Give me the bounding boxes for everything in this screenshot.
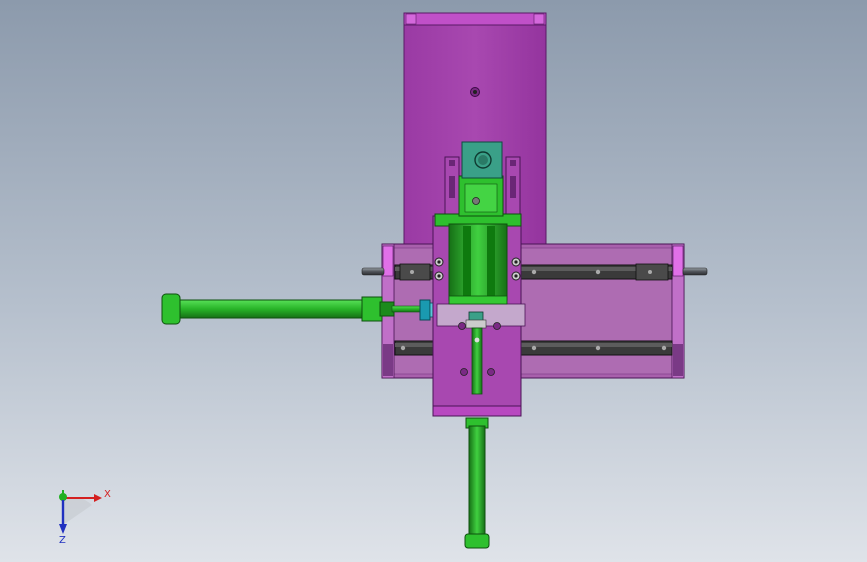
side-bracket-left[interactable] [444, 156, 460, 216]
assembly-drawing[interactable]: X Z [0, 0, 867, 562]
x-axis-label: X [104, 489, 111, 500]
cad-viewport[interactable]: X Z [0, 0, 867, 562]
screw-hole-icon [470, 87, 480, 97]
rail-rod-end-left[interactable] [361, 267, 385, 276]
z-axis-label: Z [59, 535, 66, 546]
cylinder-end-cap [464, 533, 490, 549]
side-bracket-right[interactable] [505, 156, 521, 216]
carriage-bottom-cap [432, 405, 522, 417]
rail-rod-end-right[interactable] [682, 267, 708, 276]
teal-mount-block[interactable] [461, 141, 503, 179]
top-cap-plate [403, 12, 547, 26]
vertical-cylinder[interactable] [464, 417, 490, 549]
cylinder-end-cap [161, 293, 181, 325]
y-axis-arrow-icon [59, 490, 67, 501]
axis-triad: X Z [59, 489, 111, 546]
gripper-jaw[interactable] [458, 175, 504, 217]
